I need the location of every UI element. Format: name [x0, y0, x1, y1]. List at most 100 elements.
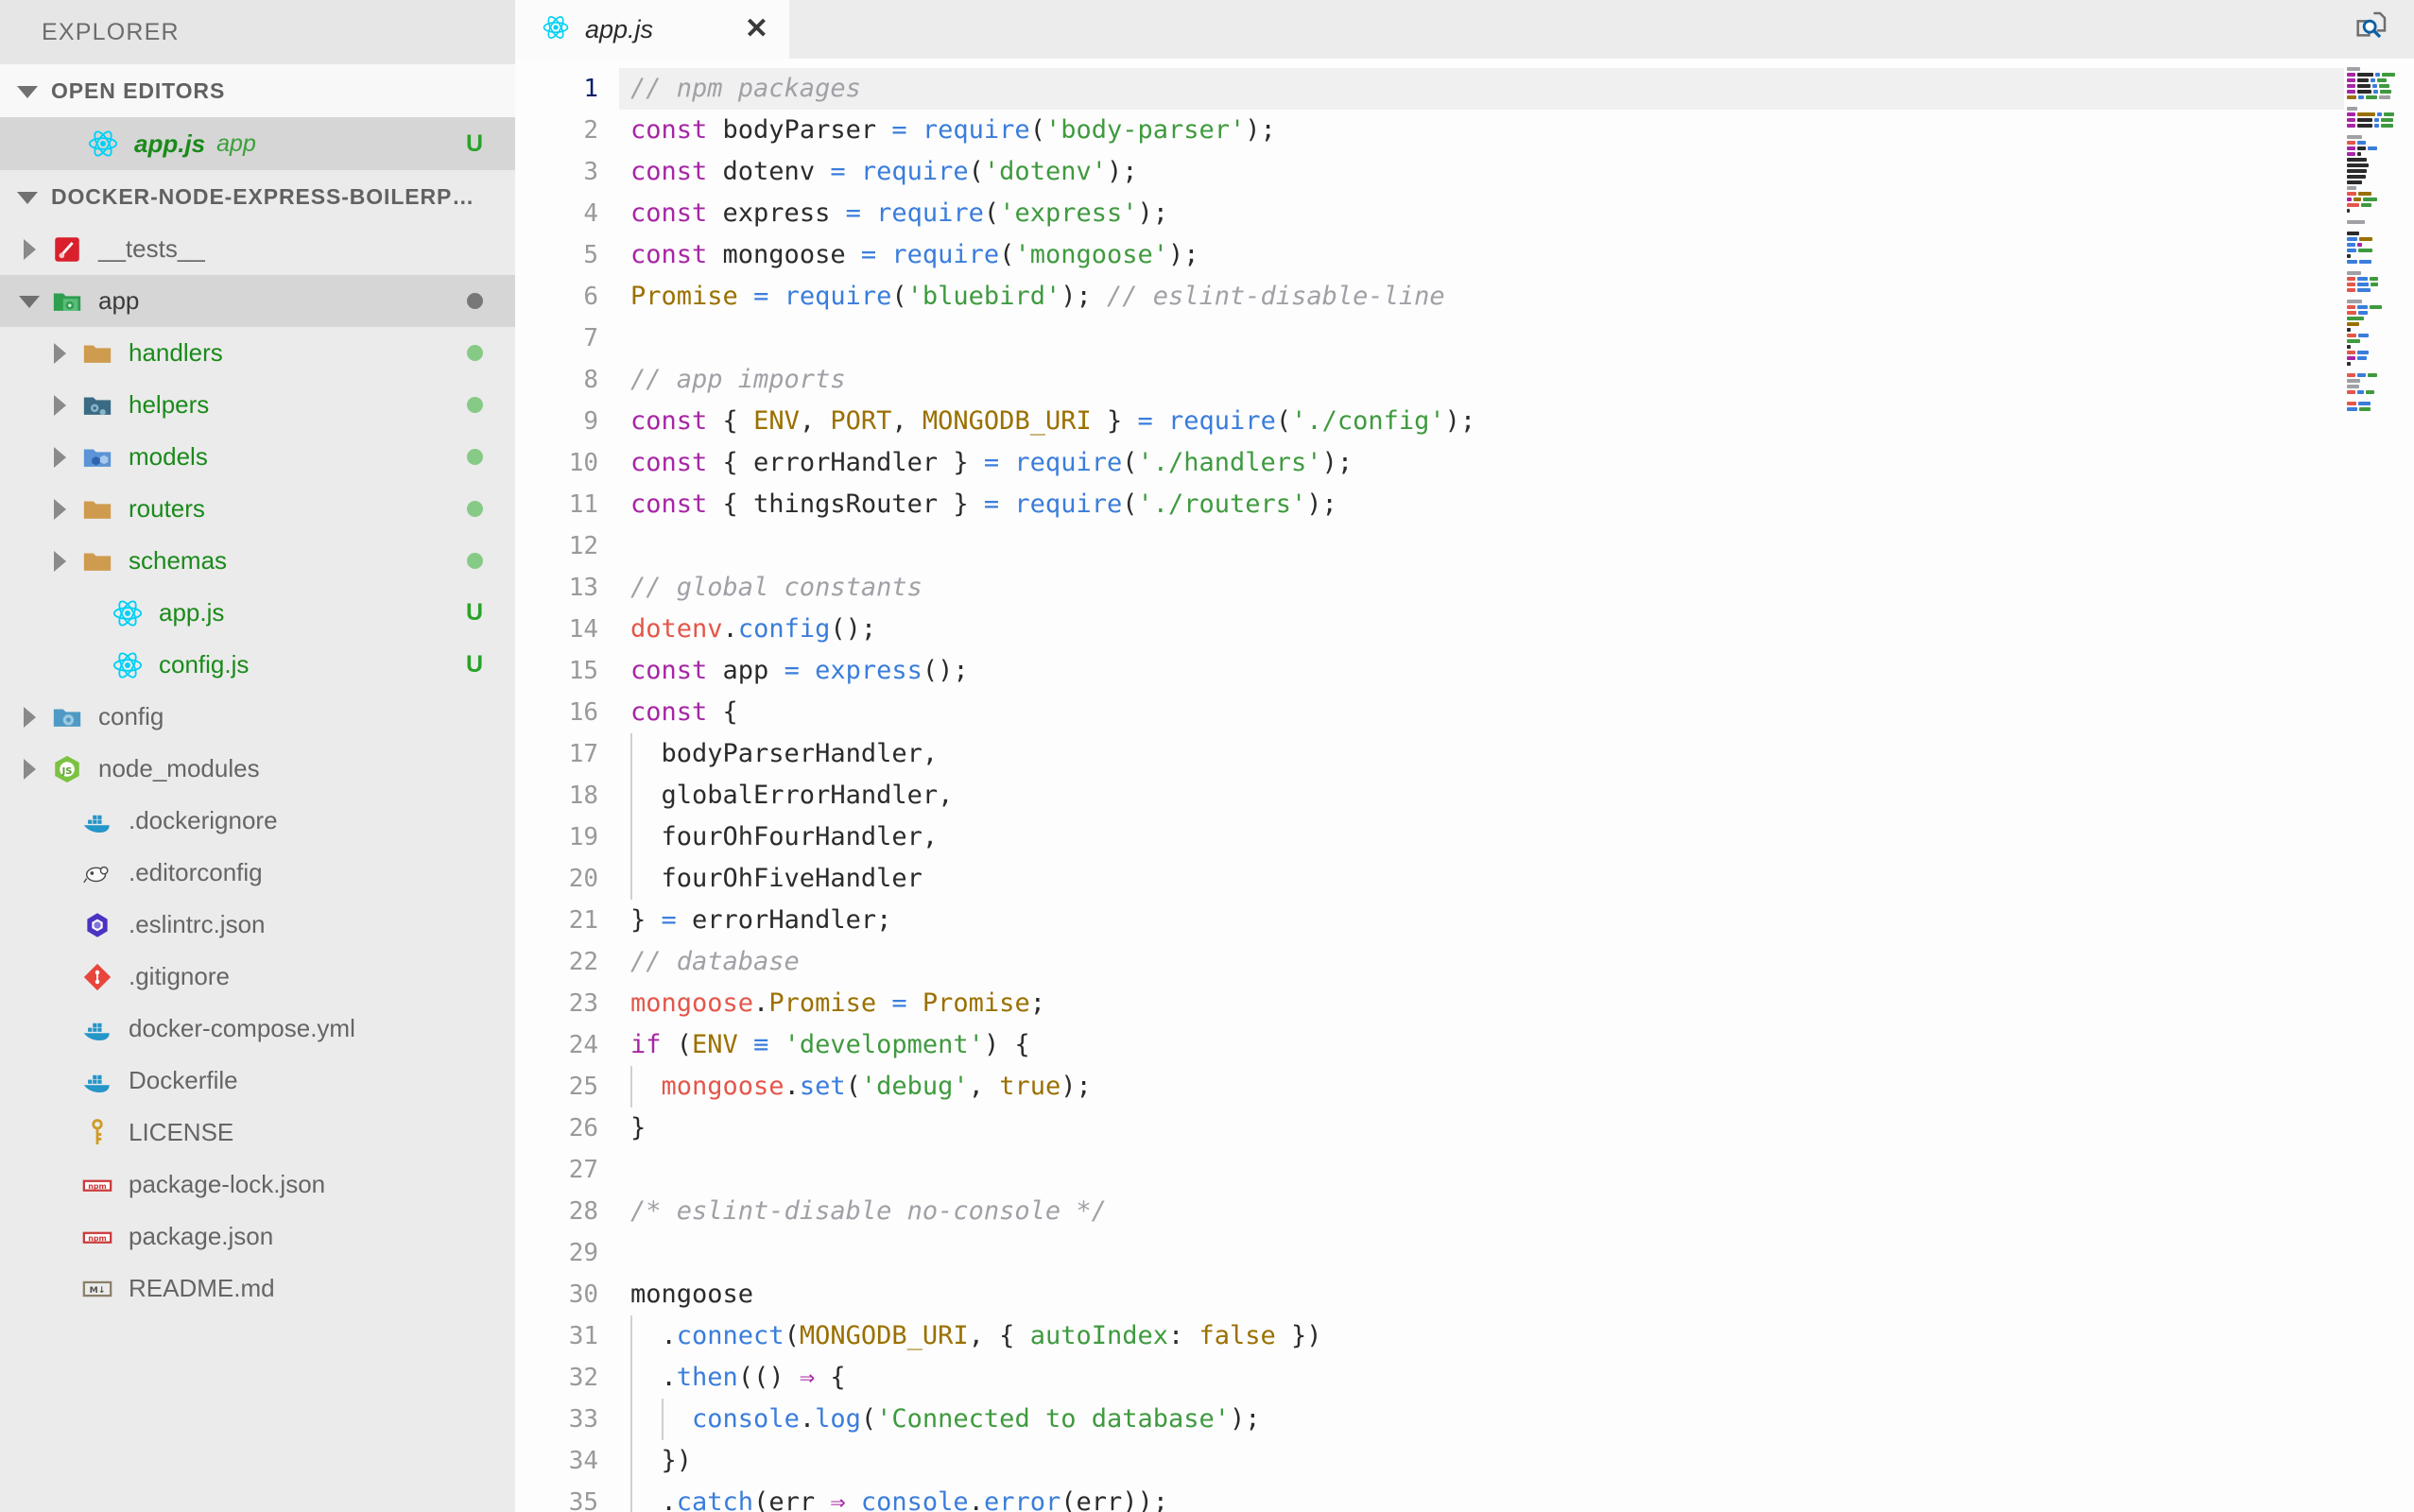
folder-icon [76, 493, 119, 525]
expand-toggle[interactable] [43, 498, 76, 520]
markdown-icon: M↓ [76, 1273, 119, 1305]
expand-toggle[interactable] [43, 342, 76, 364]
expand-toggle[interactable] [13, 758, 45, 780]
code-line[interactable]: const express = require('express'); [619, 193, 2344, 234]
tree-item-helpers[interactable]: helpers [0, 379, 515, 431]
status-dot [467, 449, 483, 465]
tree-item-label: app.js [159, 598, 225, 627]
tree-item-handlers[interactable]: handlers [0, 327, 515, 379]
expand-toggle[interactable] [13, 706, 45, 728]
tree-item-app-js[interactable]: app.js U [0, 587, 515, 639]
open-changes-icon[interactable] [2352, 9, 2389, 51]
code-line[interactable] [619, 525, 2344, 567]
tree-item-readme-md[interactable]: M↓ README.md [0, 1263, 515, 1314]
code-line[interactable]: const bodyParser = require('body-parser'… [619, 110, 2344, 151]
code-line[interactable]: /* eslint-disable no-console */ [619, 1191, 2344, 1232]
code-line[interactable]: } [619, 1108, 2344, 1149]
tree-item-node-modules[interactable]: JS node_modules [0, 743, 515, 795]
expand-toggle[interactable] [43, 550, 76, 572]
minimap-line [2344, 406, 2414, 412]
tree-item-label: routers [129, 494, 205, 523]
expand-toggle[interactable] [13, 238, 45, 260]
line-number: 31 [568, 1322, 598, 1350]
tree-item-gitignore[interactable]: .gitignore [0, 951, 515, 1003]
code-line[interactable]: }) [619, 1440, 2344, 1482]
vscode-window: EXPLORER OPEN EDITORS app.js app U DOCKER-… [0, 0, 2414, 1512]
tree-item-models[interactable]: models [0, 431, 515, 483]
status-dot [467, 345, 483, 361]
workspace-section-header[interactable]: DOCKER-NODE-EXPRESS-BOILERP… [0, 170, 515, 223]
code-line[interactable]: const { thingsRouter } = require('./rout… [619, 484, 2344, 525]
tree-item-license[interactable]: LICENSE [0, 1107, 515, 1159]
code-line[interactable] [619, 1232, 2344, 1274]
chevron-down-icon [17, 85, 38, 98]
chevron-right-icon [53, 498, 66, 520]
jest-icon [45, 233, 89, 266]
tree-item-dockerfile[interactable]: Dockerfile [0, 1055, 515, 1107]
expand-toggle[interactable] [43, 446, 76, 468]
tree-item-dockerignore[interactable]: .dockerignore [0, 795, 515, 847]
line-number: 25 [568, 1073, 598, 1101]
code-editor[interactable]: 1 2 3 4 5 6 7 8 9 10 11 12 13 14 15 16 17 18 19 20 21 22 23 24 2… [515, 59, 2414, 1512]
line-number: 10 [568, 449, 598, 477]
open-editors-section-header[interactable]: OPEN EDITORS [0, 64, 515, 117]
code-line[interactable]: } = errorHandler; [619, 900, 2344, 941]
tab-app-js[interactable]: app.js ✕ [515, 0, 789, 59]
expand-toggle[interactable] [43, 394, 76, 416]
code-line[interactable]: globalErrorHandler, [619, 775, 2344, 816]
code-line[interactable]: fourOhFourHandler, [619, 816, 2344, 858]
code-line[interactable]: .then(() ⇒ { [619, 1357, 2344, 1399]
minimap[interactable] [2344, 59, 2414, 1512]
tree-item-label: README.md [129, 1274, 275, 1302]
tree-item-routers[interactable]: routers [0, 483, 515, 535]
tree-item-docker-compose-yml[interactable]: docker-compose.yml [0, 1003, 515, 1055]
svg-text:npm: npm [88, 1233, 107, 1242]
line-number: 20 [568, 865, 598, 893]
code-line[interactable]: dotenv.config(); [619, 609, 2344, 650]
code-line[interactable] [619, 1149, 2344, 1191]
code-line[interactable]: // database [619, 941, 2344, 983]
code-line[interactable]: const mongoose = require('mongoose'); [619, 234, 2344, 276]
code-line[interactable]: const dotenv = require('dotenv'); [619, 151, 2344, 193]
code-line[interactable]: .catch(err ⇒ console.error(err)); [619, 1482, 2344, 1512]
tree-item-label: helpers [129, 390, 210, 419]
open-editor-item[interactable]: app.js app U [0, 117, 515, 170]
code-line[interactable]: const { errorHandler } = require('./hand… [619, 442, 2344, 484]
code-line[interactable]: console.log('Connected to database'); [619, 1399, 2344, 1440]
svg-text:npm: npm [88, 1181, 107, 1190]
tree-item-package-json[interactable]: npm package.json [0, 1211, 515, 1263]
code-line[interactable]: const app = express(); [619, 650, 2344, 692]
folder-app-icon [45, 285, 89, 318]
line-number: 35 [568, 1488, 598, 1512]
tree-item-editorconfig[interactable]: .editorconfig [0, 847, 515, 899]
tree-item-tests[interactable]: __tests__ [0, 223, 515, 275]
folder-gear-icon [76, 389, 119, 421]
code-line[interactable]: .connect(MONGODB_URI, { autoIndex: false… [619, 1315, 2344, 1357]
line-number: 19 [568, 823, 598, 851]
tree-item-config-js[interactable]: config.js U [0, 639, 515, 691]
code-line[interactable]: bodyParserHandler, [619, 733, 2344, 775]
code-line[interactable]: mongoose.Promise = Promise; [619, 983, 2344, 1024]
code-line[interactable]: const { [619, 692, 2344, 733]
expand-toggle[interactable] [13, 294, 45, 308]
code-line[interactable]: fourOhFiveHandler [619, 858, 2344, 900]
close-icon[interactable]: ✕ [745, 15, 768, 43]
tree-item-label: package-lock.json [129, 1170, 326, 1198]
chevron-right-icon [23, 758, 36, 780]
tree-item-config[interactable]: config [0, 691, 515, 743]
code-line[interactable]: // global constants [619, 567, 2344, 609]
tree-item-app[interactable]: app [0, 275, 515, 327]
tree-item-package-lock-json[interactable]: npm package-lock.json [0, 1159, 515, 1211]
code-line[interactable]: if (ENV ≡ 'development') { [619, 1024, 2344, 1066]
tree-item-schemas[interactable]: schemas [0, 535, 515, 587]
folder-config-icon [45, 701, 89, 733]
code-content[interactable]: // npm packages const bodyParser = requir… [619, 59, 2344, 1512]
code-line[interactable]: mongoose [619, 1274, 2344, 1315]
code-line[interactable]: Promise = require('bluebird'); // eslint… [619, 276, 2344, 318]
code-line[interactable]: // npm packages [619, 68, 2344, 110]
code-line[interactable]: // app imports [619, 359, 2344, 401]
code-line[interactable] [619, 318, 2344, 359]
tree-item-eslintrc-json[interactable]: .eslintrc.json [0, 899, 515, 951]
code-line[interactable]: const { ENV, PORT, MONGODB_URI } = requi… [619, 401, 2344, 442]
code-line[interactable]: mongoose.set('debug', true); [619, 1066, 2344, 1108]
